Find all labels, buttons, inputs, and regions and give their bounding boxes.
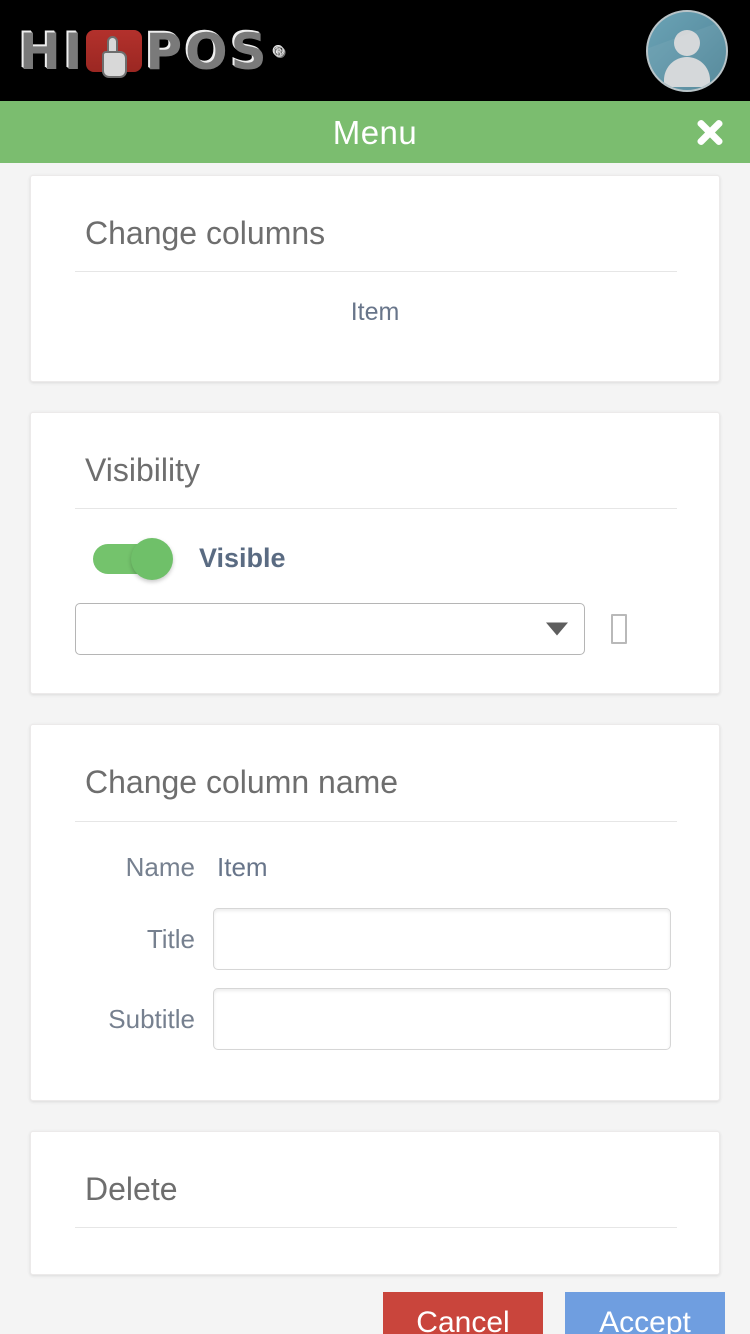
page-title: Menu	[332, 113, 418, 151]
subtitle-row: Subtitle	[43, 987, 707, 1050]
card-change-columns-title: Change columns	[85, 215, 326, 251]
close-icon[interactable]	[688, 110, 732, 154]
visible-toggle[interactable]	[93, 538, 173, 581]
change-columns-item-value[interactable]: Item	[43, 286, 707, 349]
visible-toggle-label: Visible	[199, 542, 286, 573]
card-delete-body	[43, 1228, 707, 1274]
hiopos-logo: HI POS ®	[18, 21, 287, 80]
card-change-columns-body: Item	[43, 272, 707, 381]
toggle-thumb	[131, 538, 173, 581]
card-visibility-title: Visibility	[85, 452, 200, 489]
card-visibility-body: Visible	[43, 509, 707, 693]
cancel-button[interactable]: Cancel	[383, 1292, 543, 1334]
title-input[interactable]	[213, 907, 671, 970]
top-bar: HI POS ®	[0, 0, 750, 101]
content-area: Change columns Item Visibility Visible C…	[0, 163, 750, 1334]
card-change-column-name: Change column name Name Item Title Subti…	[30, 724, 720, 1101]
logo-registered-mark: ®	[271, 43, 287, 61]
logo-wordmark: HI POS ®	[18, 21, 287, 80]
missing-glyph-icon	[611, 614, 627, 645]
visibility-select[interactable]	[75, 603, 585, 656]
avatar-head	[674, 29, 700, 56]
menu-bar: Menu	[0, 101, 750, 163]
hand-palm	[102, 50, 128, 78]
card-visibility: Visibility Visible	[30, 412, 720, 695]
avatar-body	[664, 56, 710, 87]
card-delete: Delete	[30, 1130, 720, 1275]
accept-button[interactable]: Accept	[565, 1292, 725, 1334]
title-label: Title	[146, 923, 195, 954]
name-label: Name	[125, 851, 195, 882]
app-screen: HI POS ® Menu Change columns Item Visibi…	[0, 0, 750, 1334]
user-avatar-icon[interactable]	[646, 9, 728, 92]
visibility-toggle-row: Visible	[43, 523, 707, 585]
hand-pointer-icon	[86, 29, 143, 78]
subtitle-label: Subtitle	[108, 1003, 195, 1034]
name-value: Item	[217, 851, 268, 882]
chevron-down-icon	[546, 622, 568, 636]
hand-glyph	[102, 35, 128, 80]
card-change-columns: Change columns Item	[30, 175, 720, 383]
card-change-column-name-body: Name Item Title Subtitle	[43, 822, 707, 1100]
subtitle-input[interactable]	[213, 987, 671, 1050]
name-row: Name Item	[43, 836, 707, 890]
logo-pos-text: POS	[144, 21, 269, 80]
logo-hi-text: HI	[18, 21, 85, 80]
title-row: Title	[43, 907, 707, 970]
card-delete-title: Delete	[85, 1170, 178, 1207]
card-change-column-name-title: Change column name	[85, 764, 399, 801]
visibility-select-row	[43, 585, 707, 661]
